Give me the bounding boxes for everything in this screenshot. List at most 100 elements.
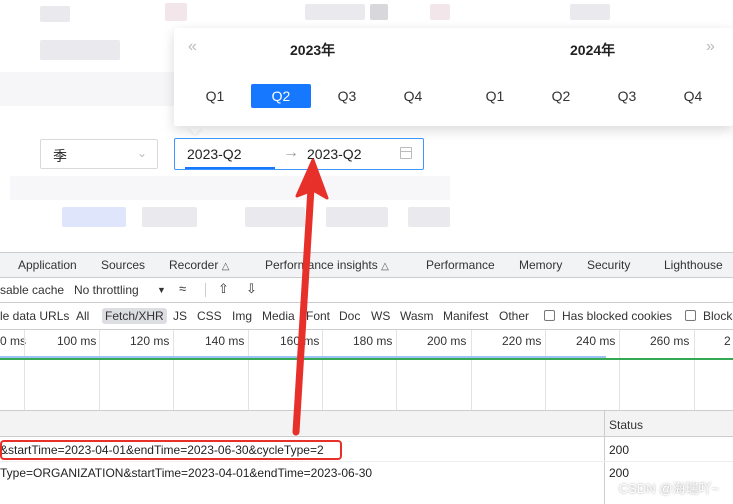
calendar-icon <box>400 147 412 159</box>
blocked-cookies-checkbox[interactable] <box>544 310 555 321</box>
quarter-2023-q1[interactable]: Q1 <box>185 84 245 108</box>
blurred-text <box>165 3 187 21</box>
blurred-tab <box>142 207 197 227</box>
tab-lighthouse[interactable]: Lighthouse <box>664 258 723 272</box>
wifi-settings-icon[interactable]: ≈ <box>179 281 186 296</box>
picker-year-right: 2024年 <box>570 42 616 58</box>
blocked-cookies-label: Has blocked cookies <box>562 309 673 323</box>
tab-performance-insights-label: Performance insights <box>265 258 378 272</box>
network-filters: le data URLs All Fetch/XHR JS CSS Img Me… <box>0 303 733 330</box>
quarter-2024-q1[interactable]: Q1 <box>465 84 525 108</box>
quarter-range-input[interactable]: 2023-Q2 → 2023-Q2 <box>174 138 424 170</box>
range-end[interactable]: 2023-Q2 <box>307 146 361 162</box>
quarter-picker-popup: « 2023年 2024年 » Q1 Q2 Q3 Q4 Q1 Q2 Q3 Q4 <box>174 28 733 126</box>
tab-recorder-label: Recorder <box>169 258 219 272</box>
prev-year-icon[interactable]: « <box>188 38 197 56</box>
tab-performance[interactable]: Performance <box>426 258 495 272</box>
filter-ws[interactable]: WS <box>371 309 390 323</box>
watermark: CSDN @海瑞吖~ <box>618 481 719 496</box>
tab-recorder[interactable]: Recorder △ <box>169 258 229 272</box>
blurred-text <box>40 6 70 22</box>
filter-all[interactable]: All <box>76 309 89 323</box>
blurred-tab <box>408 207 450 227</box>
filter-other[interactable]: Other <box>499 309 529 323</box>
timeline-gridline <box>248 330 249 410</box>
quarter-2024-q3[interactable]: Q3 <box>597 84 657 108</box>
blocked-requests-checkbox[interactable] <box>685 310 696 321</box>
timeline-gridline <box>619 330 620 410</box>
blurred-area <box>0 72 174 106</box>
timeline-gridline <box>99 330 100 410</box>
requests-table-header: Status <box>0 410 733 437</box>
select-value: 季 <box>53 148 67 164</box>
download-icon[interactable]: ⇩ <box>246 281 257 297</box>
quarter-2024-q2[interactable]: Q2 <box>531 84 591 108</box>
flask-icon: △ <box>221 261 230 272</box>
quarter-2024-q4[interactable]: Q4 <box>663 84 723 108</box>
filter-media[interactable]: Media <box>262 309 295 323</box>
blocked-requests-label: Block <box>703 309 733 323</box>
annotation-highlight-box <box>0 440 342 460</box>
request-status: 200 <box>609 443 630 457</box>
blurred-tab <box>326 207 388 227</box>
blurred-tab <box>245 207 305 227</box>
range-arrow-icon: → <box>283 144 299 161</box>
chevron-down-icon: ⌄ <box>136 146 147 160</box>
filter-manifest[interactable]: Manifest <box>443 309 488 323</box>
timeline-tick: 220 ms <box>502 334 542 348</box>
tab-performance-insights[interactable]: Performance insights △ <box>265 258 389 272</box>
filter-fetch-xhr[interactable]: Fetch/XHR <box>102 308 167 324</box>
quarter-2023-q3[interactable]: Q3 <box>317 84 377 108</box>
timeline-gridline <box>545 330 546 410</box>
blurred-tab <box>62 207 126 227</box>
timeline-tick: 120 ms <box>130 334 170 348</box>
blurred-text <box>570 4 610 20</box>
quarter-2023-q2[interactable]: Q2 <box>251 84 311 108</box>
period-type-select[interactable]: 季 ⌄ <box>40 139 158 169</box>
tab-security[interactable]: Security <box>587 258 630 272</box>
tab-memory[interactable]: Memory <box>519 258 562 272</box>
timeline-gridline <box>173 330 174 410</box>
request-timing-bar <box>0 358 733 360</box>
filter-img[interactable]: Img <box>232 309 252 323</box>
caret-down-icon[interactable]: ▼ <box>157 285 166 295</box>
picker-year-left: 2023年 <box>290 42 336 58</box>
status-column-header[interactable]: Status <box>609 418 643 432</box>
timeline-tick: 100 ms <box>57 334 97 348</box>
throttling-select[interactable]: No throttling <box>74 283 139 297</box>
timeline-tick: 140 ms <box>205 334 245 348</box>
hide-data-urls-label[interactable]: le data URLs <box>0 309 69 323</box>
upload-icon[interactable]: ⇧ <box>218 281 229 297</box>
timeline-ruler: 0 ms 100 ms 120 ms 140 ms 160 ms 180 ms … <box>0 330 733 356</box>
timeline-tick: 2 <box>724 334 731 348</box>
blurred-text <box>430 4 450 20</box>
network-toolbar: sable cache No throttling ▼ ≈ ⇧ ⇩ <box>0 278 733 303</box>
timeline-tick: 180 ms <box>353 334 393 348</box>
blurred-area <box>10 176 450 200</box>
blurred-text <box>370 4 388 20</box>
filter-font[interactable]: Font <box>306 309 330 323</box>
filter-css[interactable]: CSS <box>197 309 222 323</box>
timeline-gridline <box>396 330 397 410</box>
timeline-tick: 0 ms <box>0 334 27 348</box>
filter-doc[interactable]: Doc <box>339 309 360 323</box>
next-year-icon[interactable]: » <box>706 38 715 56</box>
range-start[interactable]: 2023-Q2 <box>187 146 241 162</box>
blurred-text <box>40 40 120 60</box>
filter-wasm[interactable]: Wasm <box>400 309 434 323</box>
timeline-gridline <box>322 330 323 410</box>
tab-application[interactable]: Application <box>18 258 77 272</box>
flask-icon: △ <box>381 261 389 272</box>
disable-cache-label[interactable]: sable cache <box>0 283 64 297</box>
timeline-tick: 160 ms <box>280 334 320 348</box>
blurred-text <box>305 4 365 20</box>
active-input-indicator <box>185 167 275 169</box>
timeline-tick: 240 ms <box>576 334 616 348</box>
tab-sources[interactable]: Sources <box>101 258 145 272</box>
filter-js[interactable]: JS <box>173 309 187 323</box>
timeline-gridline <box>24 330 25 410</box>
timeline-gridline <box>471 330 472 410</box>
quarter-2023-q4[interactable]: Q4 <box>383 84 443 108</box>
request-name: Type=ORGANIZATION&startTime=2023-04-01&e… <box>0 466 373 480</box>
timeline-gridline <box>694 330 695 410</box>
